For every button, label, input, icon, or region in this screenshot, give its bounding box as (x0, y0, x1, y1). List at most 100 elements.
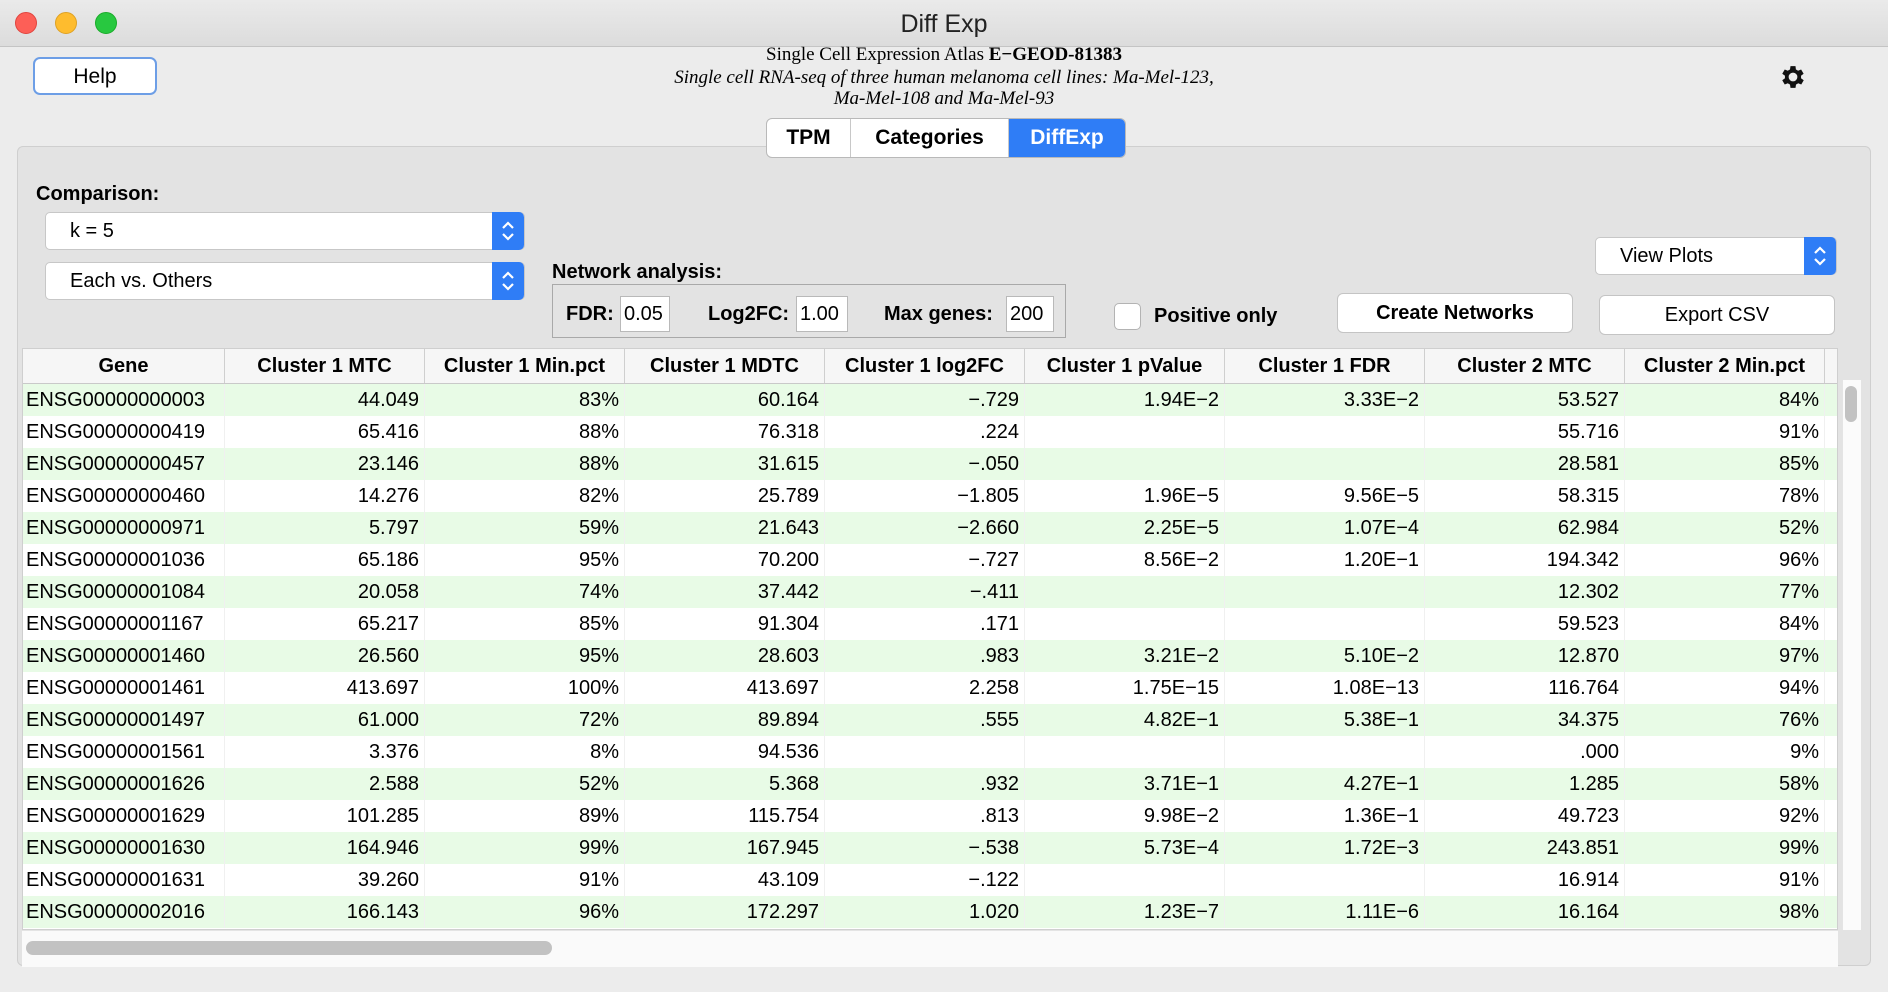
table-row[interactable]: ENSG00000001497 61.000 72% 89.894.555 4.82E−… (23, 704, 1837, 736)
table-cell: 74% (425, 576, 625, 608)
table-cell: 52% (425, 768, 625, 800)
log2fc-input[interactable]: 1.00 (796, 296, 848, 332)
table-cell: 2.588 (225, 768, 425, 800)
table-cell: 194.342 (1425, 544, 1625, 576)
table-row[interactable]: ENSG00000001561 3.376 8% 94.536 .000 9% (23, 736, 1837, 768)
table-row[interactable]: ENSG00000001460 26.560 95% 28.603.983 3.21E−… (23, 640, 1837, 672)
horizontal-scroll-thumb[interactable] (26, 941, 552, 955)
positive-only-checkbox[interactable] (1114, 303, 1141, 330)
table-cell: 2.25E−5 (1025, 512, 1225, 544)
table-row[interactable]: ENSG00000001084 20.058 74% 37.442 −.411 12.30… (23, 576, 1837, 608)
table-cell: 16.914 (1425, 864, 1625, 896)
tab-diffexp[interactable]: DiffExp (1009, 119, 1125, 157)
table-row[interactable]: ENSG00000002016 166.143 96% 172.297 1.020 1.2… (23, 896, 1837, 928)
table-cell: 5.797 (225, 512, 425, 544)
table-cell: 172.297 (625, 896, 825, 928)
table-cell: 91% (425, 864, 625, 896)
table-row[interactable]: ENSG00000001167 65.217 85% 91.304.171 59.523… (23, 608, 1837, 640)
gene-cell: ENSG00000000003 (23, 384, 225, 416)
fdr-input[interactable]: 0.05 (620, 296, 670, 332)
table-cell (1225, 576, 1425, 608)
table-cell: −.538 (825, 832, 1025, 864)
view-plots-select[interactable]: View Plots (1595, 237, 1837, 275)
table-row[interactable]: ENSG00000001461 413.697 100% 413.697 2.258 1.… (23, 672, 1837, 704)
table-cell: 3.376 (225, 736, 425, 768)
gene-cell: ENSG00000001460 (23, 640, 225, 672)
column-header[interactable]: Cluster 1 pValue (1025, 349, 1225, 383)
table-cell: 72% (425, 704, 625, 736)
tab-categories[interactable]: Categories (851, 119, 1009, 157)
table-cell: 28.581 (1425, 448, 1625, 480)
experiment-description-line2: Ma-Mel-108 and Ma-Mel-93 (833, 88, 1055, 109)
table-cell: 1.07E−4 (1225, 512, 1425, 544)
column-header[interactable]: Gene (23, 349, 225, 383)
column-header[interactable]: Cluster 2 Min.pct (1625, 349, 1825, 383)
gene-cell: ENSG00000001630 (23, 832, 225, 864)
tab-tpm[interactable]: TPM (767, 119, 851, 157)
max-genes-input[interactable]: 200 (1006, 296, 1054, 332)
table-cell: 9.98E−2 (1025, 800, 1225, 832)
table-cell: 25.789 (625, 480, 825, 512)
table-row[interactable]: ENSG00000001629 101.285 89% 115.754.813 9.98… (23, 800, 1837, 832)
gene-cell: ENSG00000000460 (23, 480, 225, 512)
table-cell: 88% (425, 416, 625, 448)
table-cell: 9% (1625, 736, 1825, 768)
table-cell: 101.285 (225, 800, 425, 832)
table-cell (1225, 736, 1425, 768)
create-networks-button[interactable]: Create Networks (1337, 293, 1573, 333)
table-row[interactable]: ENSG00000000460 14.276 82% 25.789 −1.805 1.96… (23, 480, 1837, 512)
table-row[interactable]: ENSG00000000003 44.049 83% 60.164 −.729 1.94E… (23, 384, 1837, 416)
table-row[interactable]: ENSG00000001036 65.186 95% 70.200 −.727 8.56E… (23, 544, 1837, 576)
table-cell (1025, 864, 1225, 896)
network-analysis-label: Network analysis: (552, 261, 723, 283)
vertical-scroll-thumb[interactable] (1845, 386, 1857, 422)
table-row[interactable]: ENSG00000001630 164.946 99% 167.945 −.538 5.7… (23, 832, 1837, 864)
table-cell: 26.560 (225, 640, 425, 672)
vertical-scrollbar[interactable] (1842, 380, 1861, 930)
table-cell: 3.71E−1 (1025, 768, 1225, 800)
table-row[interactable]: ENSG00000001626 2.588 52% 5.368.932 3.71E−1 4… (23, 768, 1837, 800)
column-header[interactable]: Cluster 1 log2FC (825, 349, 1025, 383)
fdr-label: FDR: (566, 303, 614, 325)
table-row[interactable]: ENSG00000000419 65.416 88% 76.318.224 55.716… (23, 416, 1837, 448)
experiment-id: E−GEOD-81383 (988, 44, 1122, 65)
column-header[interactable]: Cluster 1 Min.pct (425, 349, 625, 383)
comparison-mode-select[interactable]: Each vs. Others (45, 262, 525, 300)
table-row[interactable]: ENSG00000000971 5.797 59% 21.643 −2.660 2.25E… (23, 512, 1837, 544)
table-cell: 65.416 (225, 416, 425, 448)
table-cell: 1.36E−1 (1225, 800, 1425, 832)
table-row[interactable]: ENSG00000000457 23.146 88% 31.615 −.050 28.58… (23, 448, 1837, 480)
export-csv-button[interactable]: Export CSV (1599, 295, 1835, 335)
table-cell: 91% (1625, 416, 1825, 448)
gear-icon[interactable] (1778, 62, 1808, 92)
table-cell: 99% (425, 832, 625, 864)
tab-bar: TPM Categories DiffExp (766, 118, 1126, 158)
table-cell (1225, 608, 1425, 640)
table-cell: 94.536 (625, 736, 825, 768)
table-row[interactable]: ENSG00000001631 39.260 91% 43.109 −.122 16.91… (23, 864, 1837, 896)
table-cell: 82% (425, 480, 625, 512)
table-cell: 1.285 (1425, 768, 1625, 800)
table-cell: 55.716 (1425, 416, 1625, 448)
table-cell: 92% (1625, 800, 1825, 832)
k-select[interactable]: k = 5 (45, 212, 525, 250)
table-cell: 116.764 (1425, 672, 1625, 704)
table-cell: 2.258 (825, 672, 1025, 704)
table-cell: 1.020 (825, 896, 1025, 928)
table-cell: 12.870 (1425, 640, 1625, 672)
table-cell: 9.56E−5 (1225, 480, 1425, 512)
table-cell: 91% (1625, 864, 1825, 896)
table-cell (1225, 864, 1425, 896)
table-cell: .813 (825, 800, 1025, 832)
table-cell: 21.643 (625, 512, 825, 544)
gene-cell: ENSG00000001626 (23, 768, 225, 800)
column-header[interactable]: Cluster 1 MDTC (625, 349, 825, 383)
table-cell: .000 (1425, 736, 1625, 768)
table-cell: 4.82E−1 (1025, 704, 1225, 736)
column-header[interactable]: Cluster 1 MTC (225, 349, 425, 383)
table-cell: −1.805 (825, 480, 1025, 512)
column-header[interactable]: Cluster 2 MTC (1425, 349, 1625, 383)
column-header[interactable]: Cluster 1 FDR (1225, 349, 1425, 383)
view-plots-value: View Plots (1620, 245, 1714, 267)
chevron-up-down-icon (1804, 237, 1836, 275)
